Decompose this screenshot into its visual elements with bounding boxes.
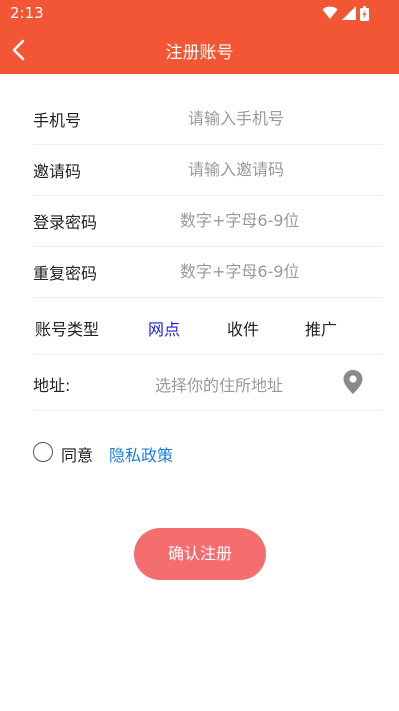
- confirm-password-row: 重复密码: [33, 246, 383, 298]
- account-type-option-outlet[interactable]: 网点: [148, 316, 180, 340]
- agreement-row: 同意 隐私政策: [33, 440, 363, 466]
- confirm-password-input[interactable]: [178, 254, 382, 288]
- invite-row: 邀请码: [33, 144, 383, 196]
- privacy-policy-link[interactable]: 隐私政策: [109, 442, 173, 466]
- agree-text: 同意: [61, 446, 94, 465]
- battery-icon: [360, 5, 369, 21]
- invite-code-input[interactable]: [186, 152, 380, 186]
- password-input[interactable]: [178, 203, 382, 237]
- phone-label: 手机号: [33, 111, 82, 130]
- account-type-option-receive[interactable]: 收件: [227, 316, 259, 340]
- location-pin-icon[interactable]: [341, 369, 365, 395]
- address-picker[interactable]: 选择你的住所地址: [155, 372, 283, 396]
- confirm-register-button[interactable]: 确认注册: [134, 528, 266, 580]
- confirm-password-label: 重复密码: [33, 264, 98, 283]
- app-bar: 注册账号: [0, 26, 399, 74]
- status-time: 2:13: [10, 4, 44, 22]
- status-bar: 2:13: [0, 0, 399, 26]
- password-label: 登录密码: [33, 213, 98, 232]
- account-type-option-promote[interactable]: 推广: [305, 316, 337, 340]
- page-title: 注册账号: [165, 43, 234, 63]
- phone-input[interactable]: [186, 101, 380, 135]
- wifi-icon: [322, 6, 338, 19]
- invite-label: 邀请码: [33, 162, 82, 181]
- agree-radio[interactable]: [33, 442, 53, 462]
- address-label: 地址:: [33, 376, 71, 395]
- password-row: 登录密码: [33, 195, 383, 247]
- signal-icon: [342, 6, 356, 20]
- address-row: 地址: 选择你的住所地址: [33, 355, 383, 411]
- account-type-row: 账号类型 网点 收件 推广: [33, 299, 383, 355]
- account-type-label: 账号类型: [35, 320, 100, 339]
- phone-row: 手机号: [33, 93, 383, 145]
- status-icons: [322, 5, 369, 21]
